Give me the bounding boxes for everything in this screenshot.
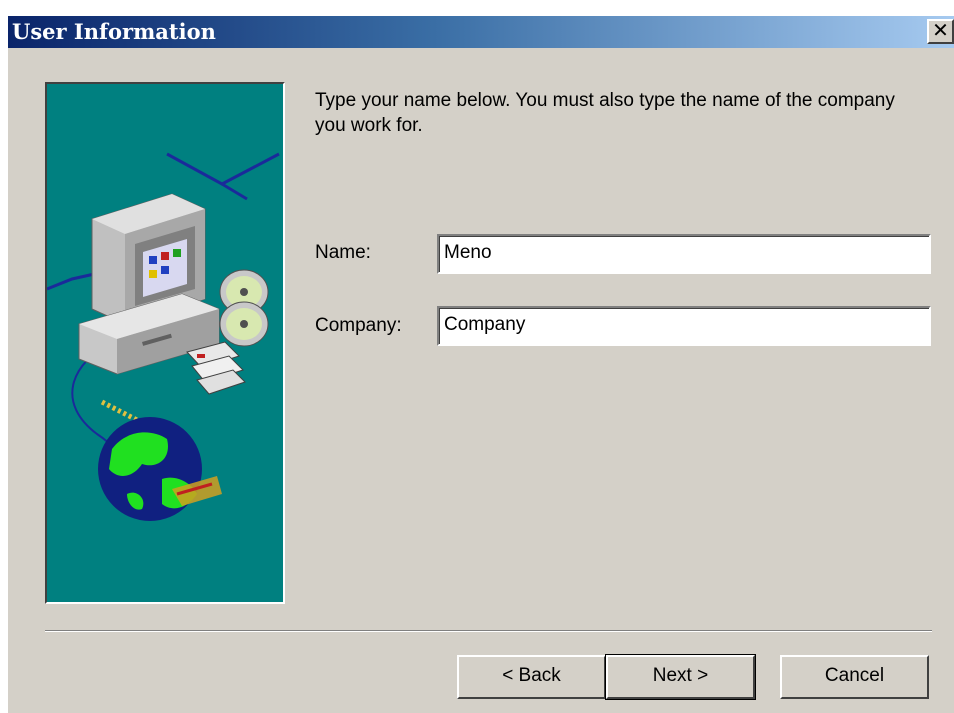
title-bar[interactable]: User Information ✕ [8, 16, 954, 48]
screen-background-left [0, 16, 8, 713]
separator-line [45, 630, 932, 632]
network-cable-branch [221, 182, 248, 201]
back-button[interactable]: < Back [457, 655, 606, 699]
close-icon: ✕ [932, 18, 949, 42]
illustration-svg [47, 152, 280, 521]
name-input[interactable] [439, 236, 924, 270]
screen-background-top [0, 0, 954, 16]
globe-icon [98, 417, 222, 521]
close-button[interactable]: ✕ [927, 19, 954, 44]
computer-icon [78, 193, 220, 375]
next-button[interactable]: Next > [605, 654, 756, 700]
company-field[interactable] [437, 306, 931, 346]
name-field[interactable] [437, 234, 931, 274]
company-label: Company: [315, 315, 402, 336]
cd-icon [219, 269, 269, 347]
network-cable [166, 152, 280, 186]
window-title: User Information [12, 19, 216, 44]
company-input[interactable] [439, 308, 924, 342]
name-label: Name: [315, 242, 371, 263]
setup-illustration [45, 82, 285, 604]
instructions-text: Type your name below. You must also type… [315, 90, 895, 136]
floppy-disk-icon [186, 341, 246, 395]
cancel-button[interactable]: Cancel [780, 655, 929, 699]
